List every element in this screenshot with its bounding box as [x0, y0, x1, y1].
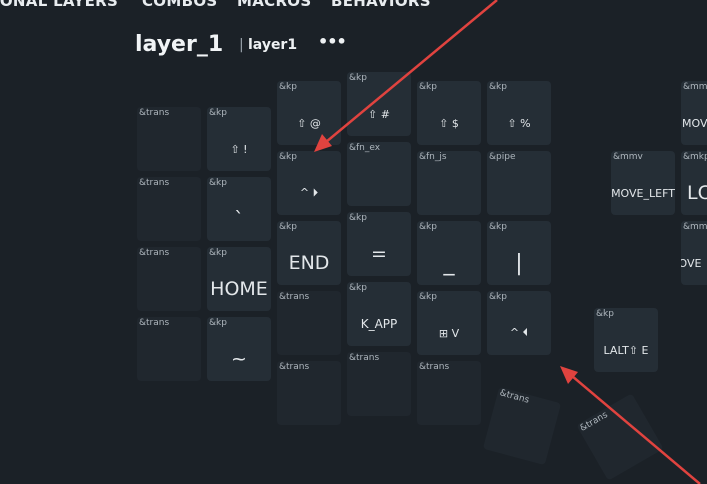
key-behavior: &fn_ex — [349, 143, 381, 153]
key-c5-r5[interactable]: &trans — [417, 361, 481, 425]
key-c5-r2[interactable]: &fn_js — [417, 151, 481, 215]
key-behavior: &mmv — [683, 222, 707, 232]
key-c4-r5[interactable]: &trans — [347, 352, 411, 416]
key-r-lalt-e[interactable]: &kp LALT⇧ E — [594, 308, 658, 372]
key-label: ⇧ ! — [230, 142, 248, 156]
key-c3-r5[interactable]: &trans — [277, 361, 341, 425]
key-c3-r1[interactable]: &kp ⇧ @ — [277, 81, 341, 145]
key-behavior: &kp — [419, 222, 437, 232]
key-behavior: &fn_js — [419, 152, 447, 162]
key-label: HOME — [210, 278, 268, 300]
key-behavior: &trans — [419, 362, 450, 372]
key-c2-r2[interactable]: &kp ` — [207, 177, 271, 241]
key-behavior: &kp — [209, 318, 227, 328]
key-r-move-2[interactable]: &mmv MOVE — [681, 221, 707, 285]
key-behavior: &kp — [279, 82, 297, 92]
key-behavior: &trans — [349, 353, 380, 363]
key-behavior: &mmv — [613, 152, 643, 162]
layer-id[interactable]: layer1 — [248, 37, 297, 53]
key-c4-r1[interactable]: &kp ⇧ # — [347, 72, 411, 136]
key-c4-r3[interactable]: &kp = — [347, 212, 411, 276]
key-c4-r2[interactable]: &fn_ex — [347, 142, 411, 206]
key-c1-r4[interactable]: &trans — [137, 317, 201, 381]
key-behavior: &kp — [489, 222, 507, 232]
key-c6-r1[interactable]: &kp ⇧ % — [487, 81, 551, 145]
key-label: MOVE_LEFT — [611, 186, 675, 200]
key-label: LALT⇧ E — [603, 343, 649, 357]
key-label: K_APP — [360, 317, 398, 331]
layer-separator: | — [239, 37, 244, 53]
key-label: = — [371, 243, 387, 265]
key-thumb-1[interactable]: &trans — [482, 386, 562, 466]
more-options-button[interactable]: ••• — [318, 32, 347, 51]
key-c2-r3[interactable]: &kp HOME — [207, 247, 271, 311]
key-c5-r1[interactable]: &kp ⇧ $ — [417, 81, 481, 145]
key-c1-r2[interactable]: &trans — [137, 177, 201, 241]
key-c3-r4[interactable]: &trans — [277, 291, 341, 355]
key-thumb-2[interactable]: &trans — [576, 393, 664, 481]
key-r-lc[interactable]: &mkp LC — [681, 151, 707, 215]
key-behavior: &trans — [498, 388, 531, 406]
key-label: LC — [687, 182, 707, 204]
key-c3-r2[interactable]: &kp ^ ⏵ — [277, 151, 341, 215]
nav-macros[interactable]: MACROS — [237, 0, 311, 10]
key-label: ^ ⏵ — [299, 186, 319, 199]
key-label: ` — [234, 208, 244, 230]
key-behavior: &kp — [596, 309, 614, 319]
key-c1-r1[interactable]: &trans — [137, 107, 201, 171]
key-behavior: &kp — [349, 283, 367, 293]
key-behavior: &pipe — [489, 152, 516, 162]
key-label: MOVE — [682, 116, 707, 130]
arrow-head-2 — [560, 366, 578, 384]
key-behavior: &kp — [489, 292, 507, 302]
key-c6-r2[interactable]: &pipe — [487, 151, 551, 215]
layer-name[interactable]: layer_1 — [135, 32, 223, 57]
key-label: ⇧ $ — [439, 116, 459, 130]
key-label: ⇧ @ — [297, 116, 321, 130]
key-label: _ — [443, 250, 455, 276]
key-c2-r4[interactable]: &kp ~ — [207, 317, 271, 381]
key-behavior: &mkp — [683, 152, 707, 162]
key-behavior: &kp — [489, 82, 507, 92]
key-behavior: &kp — [209, 108, 227, 118]
nav-combos[interactable]: COMBOS — [142, 0, 217, 10]
key-r-move-1[interactable]: &mmv MOVE — [681, 81, 707, 145]
key-r-move-left[interactable]: &mmv MOVE_LEFT — [611, 151, 675, 215]
key-c5-r4[interactable]: &kp ⊞ V — [417, 291, 481, 355]
key-behavior: &kp — [279, 152, 297, 162]
nav-conditional-layers[interactable]: IONAL LAYERS — [0, 0, 118, 10]
key-label: END — [288, 252, 330, 274]
key-c4-r4[interactable]: &kp K_APP — [347, 282, 411, 346]
key-behavior: &trans — [279, 292, 310, 302]
key-c6-r3[interactable]: &kp | — [487, 221, 551, 285]
key-label: MOVE — [681, 256, 702, 270]
key-label: ⊞ V — [438, 326, 460, 340]
key-behavior: &trans — [139, 178, 170, 188]
key-label: | — [515, 250, 523, 276]
key-behavior: &trans — [578, 410, 610, 434]
key-behavior: &trans — [139, 318, 170, 328]
key-behavior: &trans — [139, 108, 170, 118]
key-behavior: &kp — [349, 73, 367, 83]
key-behavior: &kp — [349, 213, 367, 223]
key-c1-r3[interactable]: &trans — [137, 247, 201, 311]
key-label: ⇧ # — [368, 107, 390, 121]
key-label: ^ ⏴ — [509, 326, 529, 339]
key-label: ~ — [231, 348, 247, 370]
key-behavior: &kp — [419, 82, 437, 92]
key-c5-r3[interactable]: &kp _ — [417, 221, 481, 285]
nav-behaviors[interactable]: BEHAVIORS — [331, 0, 431, 10]
key-c6-r4[interactable]: &kp ^ ⏴ — [487, 291, 551, 355]
key-behavior: &kp — [419, 292, 437, 302]
key-behavior: &mmv — [683, 82, 707, 92]
key-behavior: &trans — [139, 248, 170, 258]
key-behavior: &trans — [279, 362, 310, 372]
key-c3-r3[interactable]: &kp END — [277, 221, 341, 285]
key-behavior: &kp — [209, 178, 227, 188]
key-behavior: &kp — [209, 248, 227, 258]
key-label: ⇧ % — [507, 116, 531, 130]
key-behavior: &kp — [279, 222, 297, 232]
key-c2-r1[interactable]: &kp ⇧ ! — [207, 107, 271, 171]
